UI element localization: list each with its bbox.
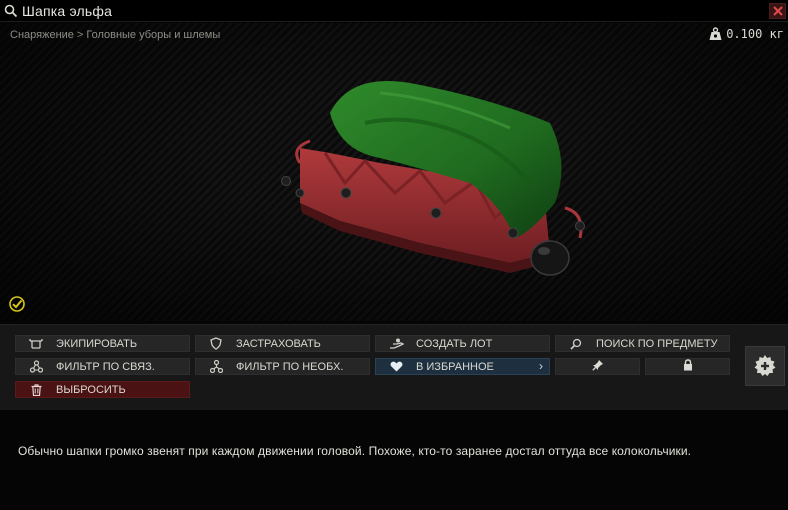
discard-label: ВЫБРОСИТЬ <box>56 383 126 396</box>
item-preview: Снаряжение > Головные уборы и шлемы 0.10… <box>0 23 788 321</box>
filter-required-label: ФИЛЬТР ПО НЕОБХ. <box>236 360 344 373</box>
create-offer-label: СОЗДАТЬ ЛОТ <box>416 337 493 350</box>
close-icon <box>772 6 783 16</box>
trash-icon <box>16 383 56 396</box>
pin-button[interactable] <box>555 358 640 375</box>
breadcrumb: Снаряжение > Головные уборы и шлемы <box>10 29 220 41</box>
breadcrumb-separator: > <box>76 29 84 41</box>
insure-label: ЗАСТРАХОВАТЬ <box>236 337 321 350</box>
filter-linked-button[interactable]: ФИЛЬТР ПО СВЯЗ. <box>15 358 190 375</box>
magnifier-icon <box>556 338 596 350</box>
weight-icon <box>709 27 722 40</box>
lock-button[interactable] <box>645 358 730 375</box>
close-button[interactable] <box>769 3 786 19</box>
discard-button[interactable]: ВЫБРОСИТЬ <box>15 381 190 398</box>
elf-hat-image <box>281 81 585 276</box>
insure-button[interactable]: ЗАСТРАХОВАТЬ <box>195 335 370 352</box>
item-description: Обычно шапки громко звенят при каждом дв… <box>18 444 692 458</box>
add-gear-icon <box>754 355 776 376</box>
shield-icon <box>196 337 236 350</box>
add-gear-button[interactable] <box>745 346 785 386</box>
search-item-label: ПОИСК ПО ПРЕДМЕТУ <box>596 337 718 350</box>
equip-icon <box>16 338 56 350</box>
search-icon <box>0 0 22 22</box>
item-inspect-window: Шапка эльфа Снаряжение > Головные уборы … <box>0 0 788 510</box>
filter-linked-label: ФИЛЬТР ПО СВЯЗ. <box>56 360 155 373</box>
weight-value: 0.100 кг <box>726 27 784 41</box>
equip-button[interactable]: ЭКИПИРОВАТЬ <box>15 335 190 352</box>
linked-filter-icon <box>16 360 56 373</box>
window-title: Шапка эльфа <box>22 2 113 19</box>
title-bar[interactable]: Шапка эльфа <box>0 0 788 22</box>
heart-icon <box>376 361 416 372</box>
offer-hand-icon <box>376 338 416 350</box>
search-item-button[interactable]: ПОИСК ПО ПРЕДМЕТУ <box>555 335 730 352</box>
chevron-right-icon: › <box>539 359 543 373</box>
item-weight: 0.100 кг <box>709 27 784 41</box>
check-badge-icon <box>8 295 26 318</box>
required-filter-icon <box>196 360 236 373</box>
create-offer-button[interactable]: СОЗДАТЬ ЛОТ <box>375 335 550 352</box>
equip-label: ЭКИПИРОВАТЬ <box>56 337 138 350</box>
breadcrumb-subcategory[interactable]: Головные уборы и шлемы <box>86 29 220 41</box>
add-to-favorites-button[interactable]: В ИЗБРАННОЕ › <box>375 358 550 375</box>
filter-required-button[interactable]: ФИЛЬТР ПО НЕОБХ. <box>195 358 370 375</box>
breadcrumb-category[interactable]: Снаряжение <box>10 29 74 41</box>
favorites-label: В ИЗБРАННОЕ <box>416 360 494 373</box>
pin-icon <box>591 359 604 374</box>
lock-icon <box>683 359 693 374</box>
